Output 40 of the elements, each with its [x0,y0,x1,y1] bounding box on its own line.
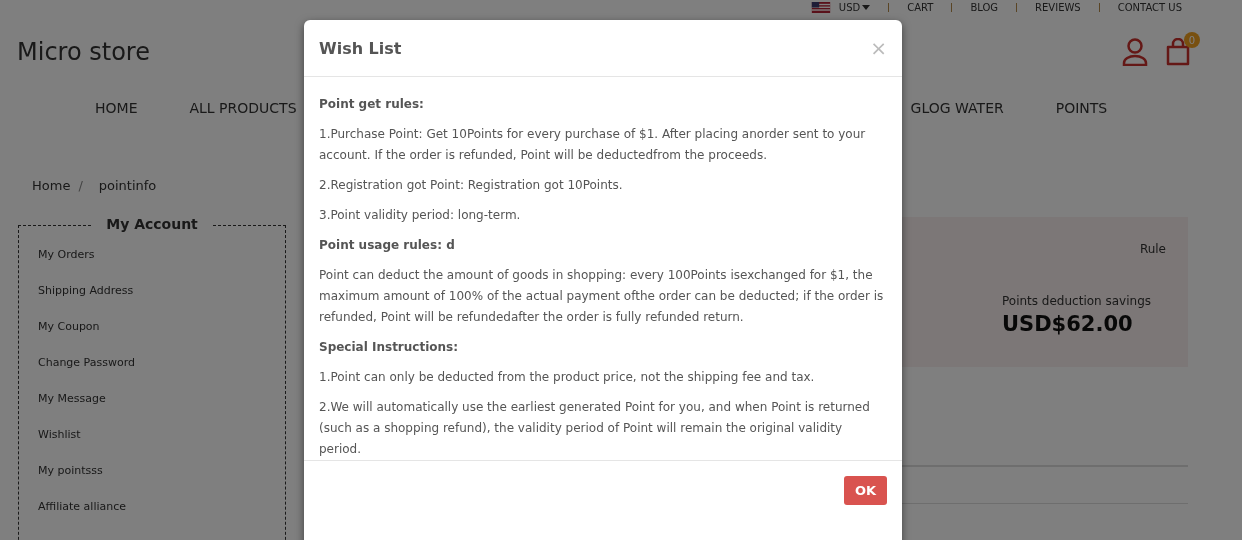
top-link[interactable]: REVIEWS [1035,1,1081,13]
ok-button[interactable]: OK [843,476,887,505]
rules-paragraph: 3.Point validity period: long-term. [319,207,522,224]
sidebar-item[interactable]: Change Password [38,354,285,372]
top-link[interactable]: CART [907,1,934,13]
rules-paragraph: 1.Purchase Point: Get 10Points for every purchase of $1. After placing anorder sent to your account. If the order is refunded, Point will be deductedfrom the proceeds. [319,126,867,164]
currency-selector[interactable]: USD [838,1,861,13]
sidebar-title: My Account [92,216,212,232]
nav-link[interactable]: ALL PRODUCTS [189,100,297,116]
sidebar-item[interactable]: My Message [38,390,285,408]
caret-icon [862,4,871,10]
savings-label: Points deduction savings [1002,294,1151,308]
rule-link[interactable]: Rule [1139,242,1166,256]
nav-link[interactable]: HOME [95,100,138,116]
savings-value: USD$62.00 [1002,312,1134,336]
top-link[interactable]: CONTACT US [1117,1,1182,13]
sidebar-item[interactable]: Shipping Address [38,282,285,300]
rules-paragraph: 1.Point can only be deducted from the product price, not the shipping fee and tax. [319,369,816,386]
cart-count-badge: 0 [1184,32,1200,48]
shopping-bag-icon[interactable] [1166,38,1190,66]
nav-link[interactable]: GLOG WATER [910,100,1004,116]
rules-heading: Special Instructions: [319,339,460,356]
user-icon[interactable] [1122,38,1148,66]
sidebar-item[interactable]: My Coupon [38,318,285,336]
dialog-title: Wish List [319,38,402,58]
sidebar-item[interactable]: My Orders [38,246,285,264]
rules-heading: Point get rules: [319,96,425,113]
top-link[interactable]: BLOG [970,1,999,13]
breadcrumb-link[interactable]: pointinfo [98,178,157,193]
rules-paragraph: 2.Registration got Point: Registration got 10Points. [319,177,624,194]
sidebar-item[interactable]: Affiliate alliance [38,498,285,516]
rules-heading: Point usage rules: d [319,237,456,254]
sidebar-item[interactable]: My pointsss [38,462,285,480]
rules-paragraph: 2.We will automatically use the earliest generated Point for you, and when Point is returned (such as a shopping refund), the validity period of Point will remain the original validity period. [319,399,871,458]
breadcrumb-link[interactable]: Home [32,178,71,193]
store-logo[interactable]: Micro store [17,38,150,66]
nav-link[interactable]: POINTS [1055,100,1108,116]
sidebar-item[interactable]: Wishlist [38,426,285,444]
rules-paragraph: Point can deduct the amount of goods in shopping: every 100Points isexchanged for $1, the maximum amount of 100% of the actual payment ofthe order can be deducted; if the order is refunded, Point will be refundedafter the order is fully refunded return. [319,267,885,326]
breadcrumb-separator: / [78,178,83,193]
